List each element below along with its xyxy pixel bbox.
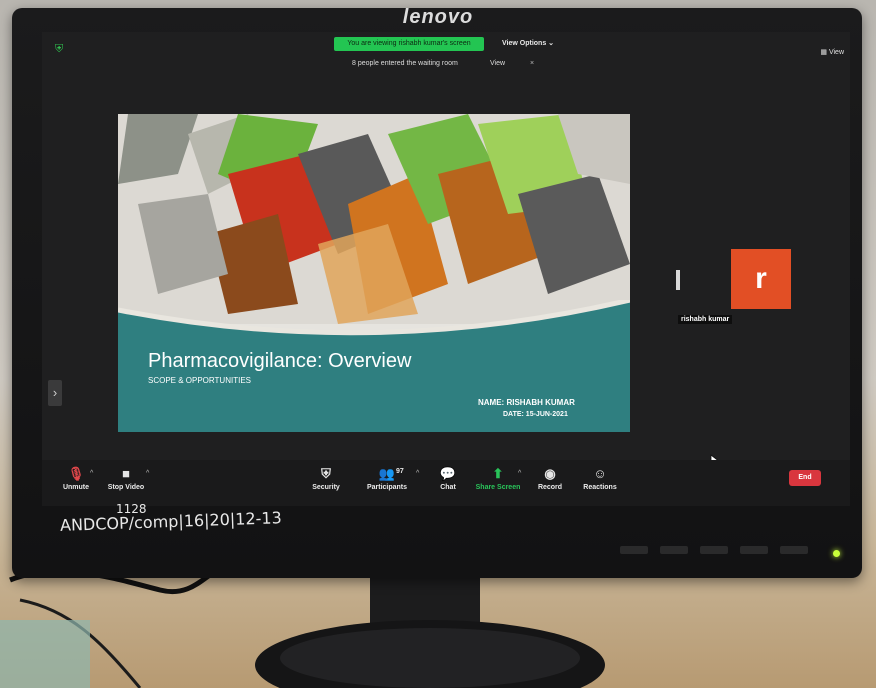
share-screen-label: Share Screen — [475, 484, 521, 491]
monitor-hw-button[interactable] — [700, 546, 728, 554]
stop-video-button[interactable]: ■ Stop Video — [106, 466, 146, 491]
brand-logo: lenovo — [402, 6, 474, 28]
share-screen-button[interactable]: ⬆ Share Screen — [474, 466, 522, 491]
unmute-label: Unmute — [62, 484, 90, 491]
power-led — [833, 550, 840, 557]
record-button[interactable]: ◉ Record — [532, 466, 568, 491]
reactions-button[interactable]: ☺ Reactions — [580, 466, 620, 491]
end-button[interactable]: End — [789, 470, 821, 486]
zoom-window: ⛨ You are viewing rishabh kumar's screen… — [42, 32, 850, 506]
chevron-up-icon[interactable]: ^ — [146, 470, 149, 477]
slide-title: Pharmacovigilance: Overview — [148, 350, 412, 372]
avatar[interactable]: r — [731, 249, 791, 309]
meeting-toolbar: 🎙 Unmute ^ ■ Stop Video ^ ⛨ Security 👥 9… — [42, 460, 850, 506]
chat-icon: 💬 — [439, 466, 457, 481]
close-icon[interactable]: × — [530, 60, 534, 67]
shield-icon[interactable]: ⛨ — [55, 44, 65, 55]
chevron-up-icon[interactable]: ^ — [518, 470, 521, 477]
monitor-hw-button[interactable] — [660, 546, 688, 554]
monitor-hw-button[interactable] — [780, 546, 808, 554]
reactions-icon: ☺ — [593, 466, 607, 481]
share-banner: You are viewing rishabh kumar's screen — [334, 37, 484, 51]
chevron-right-icon[interactable]: › — [48, 380, 62, 406]
waiting-room-view-button[interactable]: View — [490, 60, 505, 67]
participant-name: rishabh kumar — [678, 315, 733, 324]
waiting-room-notice: 8 people entered the waiting room — [352, 60, 458, 67]
chevron-up-icon[interactable]: ^ — [416, 470, 419, 477]
slide-date: DATE: 15-JUN-2021 — [503, 411, 568, 418]
participants-icon: 👥 — [378, 466, 396, 481]
chevron-up-icon[interactable]: ^ — [90, 470, 93, 477]
security-button[interactable]: ⛨ Security — [306, 466, 346, 491]
participants-label: Participants — [366, 484, 408, 491]
monitor-hw-button[interactable] — [740, 546, 768, 554]
shield-icon: ⛨ — [321, 466, 331, 481]
record-label: Record — [537, 484, 563, 491]
reactions-label: Reactions — [583, 484, 617, 491]
photo-scene: lenovo ⛨ You are viewing rishabh kumar's… — [0, 0, 876, 688]
shared-slide: Pharmacovigilance: Overview SCOPE & OPPO… — [118, 114, 630, 432]
record-icon: ◉ — [544, 466, 556, 481]
slide-subtitle: SCOPE & OPPORTUNITIES — [148, 376, 251, 385]
view-button-label: View — [828, 49, 844, 56]
tile-divider — [676, 270, 680, 290]
slide-artwork — [118, 114, 630, 324]
participants-button[interactable]: 👥 97 Participants — [362, 466, 412, 491]
monitor-stand — [255, 570, 605, 688]
security-label: Security — [312, 484, 340, 491]
slide-presenter-name: NAME: RISHABH KUMAR — [478, 398, 575, 407]
monitor-hw-button[interactable] — [620, 546, 648, 554]
share-screen-icon: ⬆ — [492, 466, 504, 481]
view-options-button[interactable]: View Options ⌄ — [502, 37, 554, 51]
chat-label: Chat — [440, 484, 456, 491]
view-button[interactable]: ▦ View — [820, 48, 844, 56]
participants-count: 97 — [396, 468, 404, 475]
stop-video-label: Stop Video — [107, 484, 145, 491]
chat-button[interactable]: 💬 Chat — [434, 466, 462, 491]
video-icon: ■ — [122, 466, 130, 481]
